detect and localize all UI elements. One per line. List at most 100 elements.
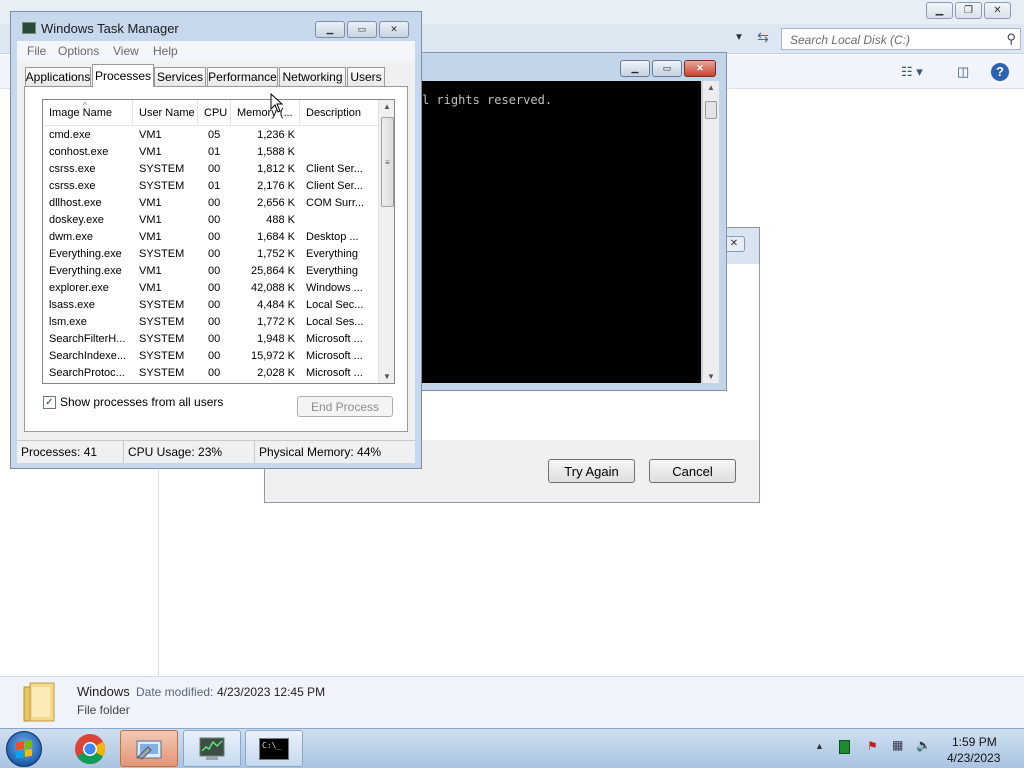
process-row[interactable]: Everything.exe SYSTEM 00 1,752 K Everything (43, 246, 378, 263)
menu-options[interactable]: Options (58, 44, 99, 58)
taskbar-control-panel[interactable] (120, 730, 178, 767)
process-row[interactable]: cmd.exe VM1 05 1,236 K (43, 127, 378, 144)
process-cpu: 00 (208, 248, 221, 260)
process-description: Microsoft ... (306, 367, 363, 379)
taskbar-chrome[interactable] (61, 730, 119, 767)
process-row[interactable]: Everything.exe VM1 00 25,864 K Everything (43, 263, 378, 280)
column-user-name[interactable]: User Name (133, 100, 198, 126)
network-icon[interactable]: ▦ (892, 738, 903, 752)
process-cpu: 01 (208, 146, 221, 158)
minimize-button[interactable]: ▁ (926, 2, 953, 19)
tab-performance[interactable]: Performance (207, 67, 278, 86)
process-description: Local Sec... (306, 299, 364, 311)
process-user-name: VM1 (139, 231, 162, 243)
menu-file[interactable]: File (27, 44, 46, 58)
process-user-name: SYSTEM (139, 180, 185, 192)
process-row[interactable]: dllhost.exe VM1 00 2,656 K COM Surr... (43, 195, 378, 212)
menu-bar: File Options View Help (17, 41, 415, 61)
refresh-icon[interactable]: ⇆ (752, 29, 774, 49)
process-cpu: 00 (208, 316, 221, 328)
scroll-down-icon[interactable]: ▼ (703, 372, 719, 381)
process-row[interactable]: lsm.exe SYSTEM 00 1,772 K Local Ses... (43, 314, 378, 331)
column-description[interactable]: Description (300, 100, 378, 126)
process-row[interactable]: explorer.exe VM1 00 42,088 K Windows ... (43, 280, 378, 297)
explorer-caption-buttons: ▁ ❐ ✕ (926, 2, 1011, 20)
minimize-button[interactable]: ▁ (620, 60, 650, 77)
process-image-name: csrss.exe (49, 180, 96, 192)
process-row[interactable]: dwm.exe VM1 00 1,684 K Desktop ... (43, 229, 378, 246)
try-again-button[interactable]: Try Again (548, 459, 635, 483)
process-image-name: dllhost.exe (49, 197, 102, 209)
column-memory[interactable]: Memory (... (231, 100, 300, 126)
process-list-scrollbar[interactable]: ▲ ≡ ▼ (378, 100, 394, 383)
help-icon[interactable]: ? (991, 63, 1009, 81)
console-screen[interactable]: l rights reserved. (422, 81, 701, 383)
tab-applications[interactable]: Applications (25, 67, 91, 86)
close-button[interactable]: ✕ (984, 2, 1011, 19)
process-memory: 1,772 K (257, 316, 295, 328)
process-row[interactable]: SearchProtoc... SYSTEM 00 2,028 K Microsoft … (43, 365, 378, 382)
process-memory: 1,684 K (257, 231, 295, 243)
scrollbar-thumb[interactable] (705, 101, 717, 119)
search-icon[interactable]: ⚲ (1006, 31, 1016, 47)
column-image-name[interactable]: ^ Image Name (43, 100, 133, 126)
process-description: Local Ses... (306, 316, 364, 328)
process-memory: 2,176 K (257, 180, 295, 192)
address-dropdown-icon[interactable]: ▼ (732, 32, 746, 46)
column-label: Image Name (49, 107, 112, 119)
process-memory: 1,948 K (257, 333, 295, 345)
view-options-icon[interactable]: ☷ ▾ (901, 64, 923, 80)
search-input[interactable]: Search Local Disk (C:) ⚲ (781, 28, 1021, 50)
volume-muted-icon[interactable]: 🔈 (916, 738, 931, 752)
tab-services[interactable]: Services (154, 67, 206, 86)
taskbar: C:\_ ▲ ⚑ ▦ 🔈 1:59 PM 4/23/2023 (0, 728, 1024, 768)
process-memory: 488 K (266, 214, 295, 226)
preview-pane-icon[interactable]: ◫ (957, 64, 969, 80)
end-process-button[interactable]: End Process (297, 396, 393, 417)
close-button[interactable]: ✕ (379, 21, 409, 38)
scroll-up-icon[interactable]: ▲ (703, 83, 719, 92)
start-button[interactable] (6, 731, 42, 767)
checkbox-checked-icon[interactable]: ✓ (43, 395, 56, 409)
process-image-name: conhost.exe (49, 146, 109, 158)
grip-icon: ≡ (385, 158, 390, 167)
process-row[interactable]: conhost.exe VM1 01 1,588 K (43, 144, 378, 161)
scrollbar-thumb[interactable]: ≡ (381, 117, 394, 207)
clock-date[interactable]: 4/23/2023 (947, 751, 1000, 765)
scroll-down-icon[interactable]: ▼ (379, 372, 394, 381)
taskbar-command-prompt[interactable]: C:\_ (245, 730, 303, 767)
window-title: Windows Task Manager (41, 21, 179, 36)
tab-users[interactable]: Users (347, 67, 385, 86)
minimize-button[interactable]: ▁ (315, 21, 345, 38)
tab-processes[interactable]: Processes (92, 64, 154, 87)
column-cpu[interactable]: CPU (198, 100, 231, 126)
console-scrollbar[interactable]: ▲ ▼ (702, 81, 719, 383)
restore-button[interactable]: ❐ (955, 2, 982, 19)
process-row[interactable]: lsass.exe SYSTEM 00 4,484 K Local Sec... (43, 297, 378, 314)
task-manager-titlebar[interactable]: Windows Task Manager ▁ ▭ ✕ (11, 12, 421, 40)
maximize-button[interactable]: ▭ (347, 21, 377, 38)
show-all-processes-checkbox[interactable]: ✓ Show processes from all users (43, 395, 223, 409)
process-row[interactable]: doskey.exe VM1 00 488 K (43, 212, 378, 229)
maximize-button[interactable]: ▭ (652, 60, 682, 77)
clock-time[interactable]: 1:59 PM (952, 735, 997, 749)
process-row[interactable]: csrss.exe SYSTEM 01 2,176 K Client Ser... (43, 178, 378, 195)
process-list[interactable]: ^ Image Name User Name CPU Memory (... De… (42, 99, 395, 384)
process-row[interactable]: SearchIndexe... SYSTEM 00 15,972 K Microsoft… (43, 348, 378, 365)
task-manager-window: Windows Task Manager ▁ ▭ ✕ File Options … (10, 11, 422, 469)
process-description: Everything (306, 265, 358, 277)
show-hidden-icons-icon[interactable]: ▲ (815, 741, 824, 751)
action-center-icon[interactable]: ⚑ (867, 739, 878, 753)
menu-help[interactable]: Help (153, 44, 178, 58)
battery-icon[interactable] (839, 740, 850, 754)
process-image-name: Everything.exe (49, 248, 122, 260)
process-cpu: 00 (208, 282, 221, 294)
process-row[interactable]: SearchFilterH... SYSTEM 00 1,948 K Microsoft… (43, 331, 378, 348)
process-row[interactable]: csrss.exe SYSTEM 00 1,812 K Client Ser... (43, 161, 378, 178)
close-button[interactable]: ✕ (684, 60, 716, 77)
menu-view[interactable]: View (113, 44, 139, 58)
tab-networking[interactable]: Networking (279, 67, 346, 86)
scroll-up-icon[interactable]: ▲ (379, 102, 394, 111)
taskbar-task-manager[interactable] (183, 730, 241, 767)
cancel-button[interactable]: Cancel (649, 459, 736, 483)
